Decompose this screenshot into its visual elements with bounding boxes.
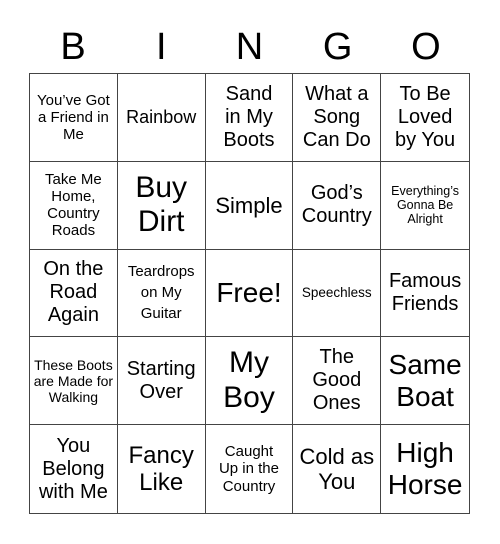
cell-text: Teardrops on My Guitar xyxy=(127,263,195,323)
cell-text: Speechless xyxy=(301,285,372,301)
cell-text: You Belong with Me xyxy=(38,434,108,503)
bingo-cell[interactable]: On the Road Again xyxy=(30,249,118,338)
bingo-cell[interactable]: Fancy Like xyxy=(118,425,206,513)
header-letter-o: O xyxy=(411,26,441,68)
bingo-cell[interactable]: Simple xyxy=(205,161,294,250)
cell-text: Rainbow xyxy=(126,107,197,128)
cell-text: Famous Friends xyxy=(388,269,462,315)
header-letter-g: G xyxy=(322,26,353,68)
cell-text: Simple xyxy=(215,192,283,218)
header-letter-n: N xyxy=(235,26,264,68)
cell-text: High Horse xyxy=(387,436,463,501)
cell-text: On the Road Again xyxy=(43,258,104,327)
bingo-cell[interactable]: Teardrops on My Guitar xyxy=(117,249,206,338)
bingo-header: B I N G O xyxy=(29,20,470,74)
bingo-cell[interactable]: Everything’s Gonna Be Alright xyxy=(381,162,469,250)
cell-text: To Be Loved by You xyxy=(395,82,456,151)
cell-text: Same Boat xyxy=(388,348,462,412)
bingo-cell[interactable]: You’ve Got a Friend in Me xyxy=(30,74,118,162)
bingo-cell[interactable]: Buy Dirt xyxy=(117,161,206,250)
cell-text: Take Me Home, Country Roads xyxy=(45,170,102,240)
cell-text: Cold as You xyxy=(299,443,375,495)
bingo-cell[interactable]: Take Me Home, Country Roads xyxy=(30,161,118,250)
free-space-text: Free! xyxy=(216,276,282,308)
cell-text: Fancy Like xyxy=(128,441,194,497)
bingo-cell[interactable]: To Be Loved by You xyxy=(381,74,469,162)
cell-text: What a Song Can Do xyxy=(302,82,371,151)
bingo-cell[interactable]: What a Song Can Do xyxy=(293,74,382,162)
bingo-card-grid: You’ve Got a Friend in Me Rainbow Sand i… xyxy=(29,73,470,514)
cell-text: You’ve Got a Friend in Me xyxy=(36,91,110,144)
bingo-cell[interactable]: God’s Country xyxy=(293,161,382,250)
bingo-cell[interactable]: The Good Ones xyxy=(293,337,382,426)
cell-text: Everything’s Gonna Be Alright xyxy=(391,183,460,227)
bingo-cell[interactable]: These Boots are Made for Walking xyxy=(30,337,118,426)
bingo-cell[interactable]: Speechless xyxy=(293,249,382,338)
bingo-cell[interactable]: Free! xyxy=(205,249,294,338)
cell-text: Caught Up in the Country xyxy=(218,443,279,495)
cell-text: Starting Over xyxy=(126,357,196,403)
bingo-cell[interactable]: Same Boat xyxy=(381,337,469,426)
cell-text: Buy Dirt xyxy=(135,170,188,239)
header-letter-b: B xyxy=(60,26,86,68)
bingo-cell[interactable]: Starting Over xyxy=(117,337,206,426)
cell-text: God’s Country xyxy=(301,182,372,228)
cell-text: My Boy xyxy=(223,346,275,414)
bingo-cell[interactable]: Cold as You xyxy=(293,425,382,513)
bingo-cell[interactable]: You Belong with Me xyxy=(30,425,118,513)
cell-text: Sand in My Boots xyxy=(223,82,275,151)
bingo-cell[interactable]: Rainbow xyxy=(117,74,206,162)
cell-text: These Boots are Made for Walking xyxy=(33,356,114,405)
bingo-cell[interactable]: Caught Up in the Country xyxy=(206,425,294,513)
header-letter-i: I xyxy=(156,26,167,68)
cell-text: The Good Ones xyxy=(312,346,362,415)
bingo-cell[interactable]: Sand in My Boots xyxy=(205,74,294,162)
bingo-cell[interactable]: My Boy xyxy=(205,337,294,426)
bingo-cell[interactable]: Famous Friends xyxy=(381,250,469,338)
bingo-cell[interactable]: High Horse xyxy=(381,425,469,513)
